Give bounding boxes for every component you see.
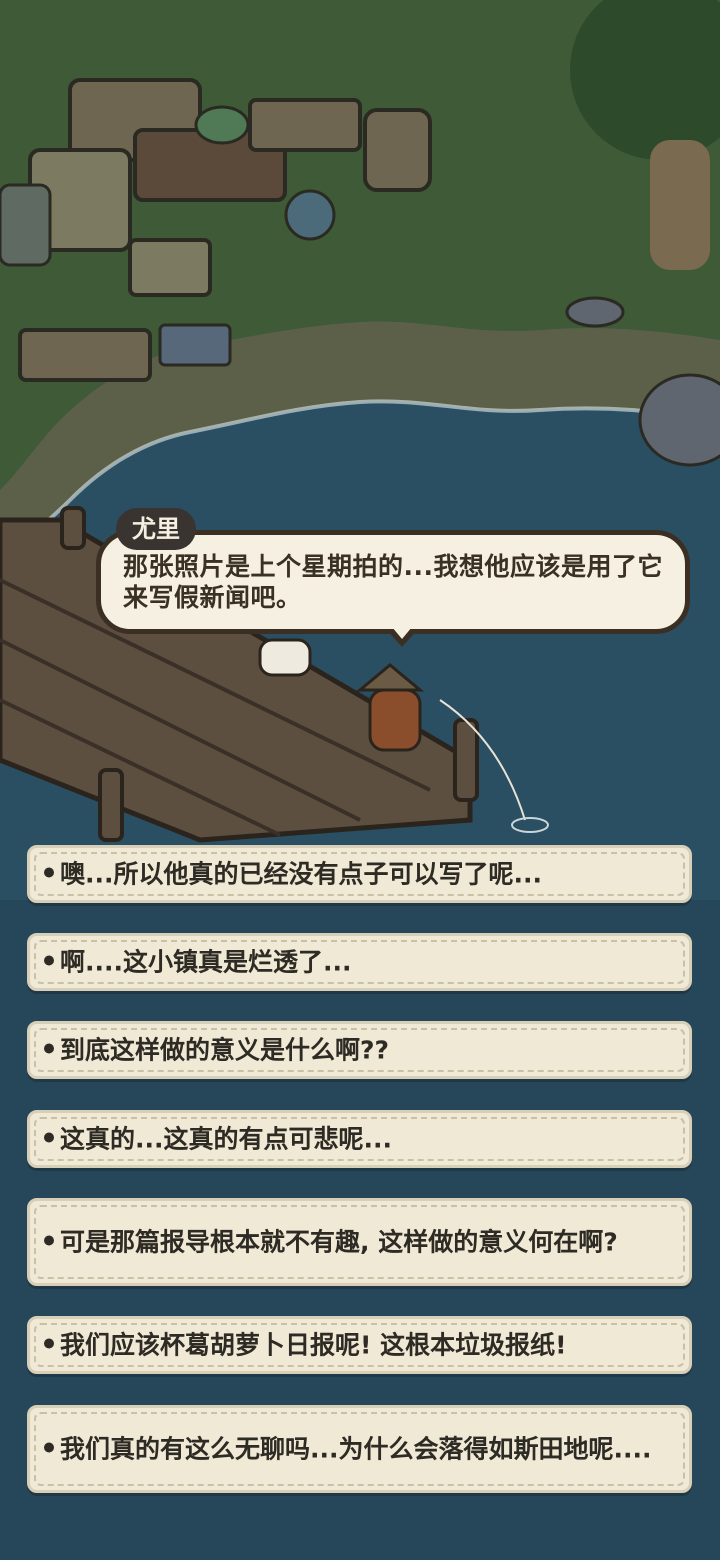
- dialog-choice-1[interactable]: 噢...所以他真的已经没有点子可以写了呢...: [27, 845, 692, 903]
- choice-label: 到底这样做的意义是什么啊??: [44, 1034, 675, 1067]
- choice-text-2: 啊....这小镇真是烂透了...: [60, 947, 352, 977]
- dialog-choice-5[interactable]: 可是那篇报导根本就不有趣, 这样做的意义何在啊?: [27, 1198, 692, 1286]
- choice-text-5: 可是那篇报导根本就不有趣, 这样做的意义何在啊?: [60, 1227, 618, 1257]
- choice-label: 噢...所以他真的已经没有点子可以写了呢...: [44, 858, 675, 891]
- choice-text-4: 这真的...这真的有点可悲呢...: [60, 1124, 392, 1154]
- dock-post: [98, 768, 124, 842]
- choice-text-7: 我们真的有这么无聊吗...为什么会落得如斯田地呢....: [60, 1434, 652, 1464]
- choice-label: 可是那篇报导根本就不有趣, 这样做的意义何在啊?: [44, 1226, 675, 1259]
- choice-label: 我们真的有这么无聊吗...为什么会落得如斯田地呢....: [44, 1433, 675, 1466]
- choice-text-6: 我们应该杯葛胡萝卜日报呢! 这根本垃圾报纸!: [60, 1330, 567, 1360]
- bullet-icon: [44, 1442, 54, 1453]
- bullet-icon: [44, 1235, 54, 1246]
- dialog-choice-6[interactable]: 我们应该杯葛胡萝卜日报呢! 这根本垃圾报纸!: [27, 1316, 692, 1374]
- choice-label: 我们应该杯葛胡萝卜日报呢! 这根本垃圾报纸!: [44, 1329, 675, 1362]
- bullet-icon: [44, 1338, 54, 1349]
- tree-trunk: [650, 140, 710, 270]
- rock: [565, 296, 625, 328]
- radio-box: [158, 323, 232, 367]
- game-scene: 那张照片是上个星期拍的...我想他应该是用了它来写假新闻吧。 尤里 噢...所以…: [0, 0, 720, 1560]
- dialog-text: 那张照片是上个星期拍的...我想他应该是用了它来写假新闻吧。: [123, 552, 663, 612]
- choice-label: 这真的...这真的有点可悲呢...: [44, 1123, 675, 1156]
- choice-text-1: 噢...所以他真的已经没有点子可以写了呢...: [60, 859, 542, 889]
- lamp: [194, 105, 250, 145]
- wooden-bench: [18, 328, 152, 382]
- dialog-choice-7[interactable]: 我们真的有这么无聊吗...为什么会落得如斯田地呢....: [27, 1405, 692, 1493]
- speaker-name-tag: 尤里: [116, 508, 196, 550]
- chair: [363, 108, 432, 192]
- dialog-choice-2[interactable]: 啊....这小镇真是烂透了...: [27, 933, 692, 991]
- white-cat-character: [258, 638, 312, 677]
- bullet-icon: [44, 1043, 54, 1054]
- bullet-icon: [44, 1132, 54, 1143]
- bench: [248, 98, 362, 152]
- dialog-choice-4[interactable]: 这真的...这真的有点可悲呢...: [27, 1110, 692, 1168]
- dialog-choice-3[interactable]: 到底这样做的意义是什么啊??: [27, 1021, 692, 1079]
- dialog-bubble-tail-fill: [392, 627, 412, 639]
- ottoman: [128, 238, 212, 297]
- choice-label: 啊....这小镇真是烂透了...: [44, 946, 675, 979]
- choice-text-3: 到底这样做的意义是什么啊??: [60, 1035, 390, 1065]
- flower-pot: [284, 189, 336, 241]
- dock-post: [60, 506, 86, 550]
- bullet-icon: [44, 867, 54, 878]
- dock-post: [453, 718, 479, 802]
- bullet-icon: [44, 955, 54, 966]
- fox-fisher-character: [368, 688, 422, 752]
- jar: [0, 183, 52, 267]
